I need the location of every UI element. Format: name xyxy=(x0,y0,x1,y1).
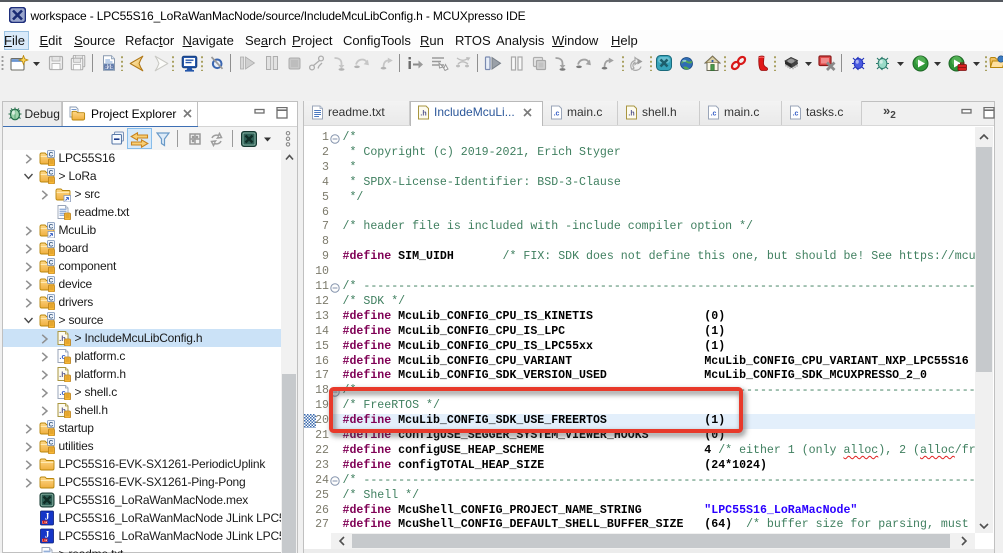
svg-text:C: C xyxy=(49,439,54,446)
svg-text:Lnk: Lnk xyxy=(42,539,48,543)
svg-text:C: C xyxy=(49,421,54,428)
svg-text:C: C xyxy=(49,223,54,230)
svg-text:C: C xyxy=(49,295,54,302)
svg-text:C: C xyxy=(49,259,54,266)
svg-text:C: C xyxy=(49,313,54,320)
svg-text:.c: .c xyxy=(793,111,799,118)
svg-text:.c: .c xyxy=(711,111,717,118)
svg-text:.h: .h xyxy=(420,111,426,118)
svg-text:C: C xyxy=(49,277,54,284)
svg-text:C: C xyxy=(49,151,54,158)
svg-text:C: C xyxy=(49,169,54,176)
svg-text:010: 010 xyxy=(105,64,114,70)
svg-text:.h: .h xyxy=(628,111,634,118)
svg-text:Lnk: Lnk xyxy=(42,521,48,525)
svg-text:.c: .c xyxy=(554,111,560,118)
svg-text:C: C xyxy=(49,241,54,248)
